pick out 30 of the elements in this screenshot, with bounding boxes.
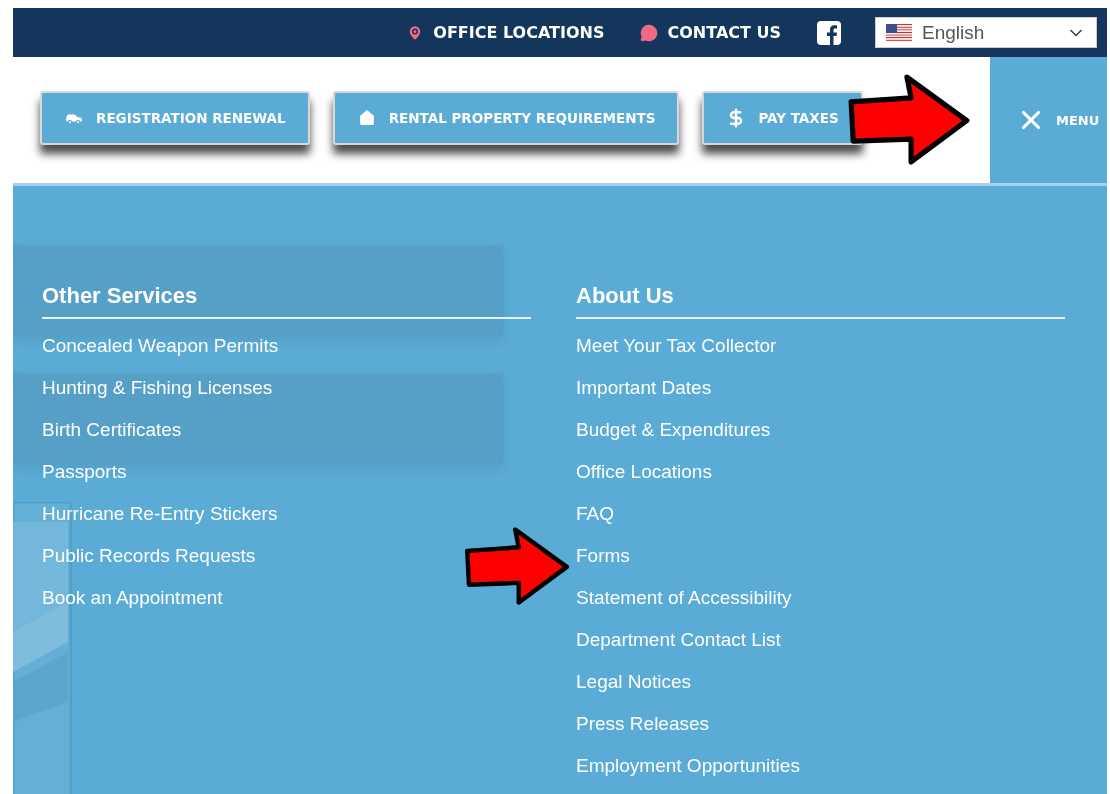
menu-link[interactable]: Office Locations: [576, 461, 712, 503]
menu-link[interactable]: Budget & Expenditures: [576, 419, 771, 461]
menu-link[interactable]: Forms: [576, 545, 630, 587]
quick-link-button[interactable]: RENTAL PROPERTY REQUIREMENTS: [332, 91, 680, 145]
menu-link[interactable]: Hurricane Re-Entry Stickers: [42, 503, 278, 545]
menu-link[interactable]: Employment Opportunities: [576, 755, 800, 794]
menu-link[interactable]: Statement of Accessibility: [576, 587, 792, 629]
top-nav-link[interactable]: CONTACT US: [640, 23, 781, 42]
facebook-icon[interactable]: [817, 20, 841, 45]
quick-link-button[interactable]: PAY TAXES: [702, 91, 863, 145]
quick-link-button[interactable]: REGISTRATION RENEWAL: [40, 91, 310, 145]
menu-link[interactable]: Concealed Weapon Permits: [42, 335, 279, 377]
menu-link[interactable]: Legal Notices: [576, 671, 692, 713]
menu-link[interactable]: Meet Your Tax Collector: [576, 335, 777, 377]
menu-heading: Other Services: [42, 283, 531, 319]
menu-link[interactable]: Department Contact List: [576, 629, 781, 671]
menu-button[interactable]: MENU: [990, 57, 1107, 183]
flag-icon: [886, 23, 912, 42]
menu-link[interactable]: Important Dates: [576, 377, 712, 419]
language-select[interactable]: English: [875, 17, 1097, 48]
menu-link[interactable]: Public Records Requests: [42, 545, 256, 587]
menu-link[interactable]: FAQ: [576, 503, 614, 545]
chat-bubble-icon: [640, 23, 659, 42]
menu-link[interactable]: Hunting & Fishing Licenses: [42, 377, 273, 419]
menu-link[interactable]: Birth Certificates: [42, 419, 182, 461]
menu-heading: About Us: [576, 283, 1065, 319]
menu-link[interactable]: Press Releases: [576, 713, 710, 755]
menu-link[interactable]: Passports: [42, 461, 127, 503]
menu-link[interactable]: Book an Appointment: [42, 587, 223, 629]
top-nav-link[interactable]: OFFICE LOCATIONS: [406, 23, 605, 42]
